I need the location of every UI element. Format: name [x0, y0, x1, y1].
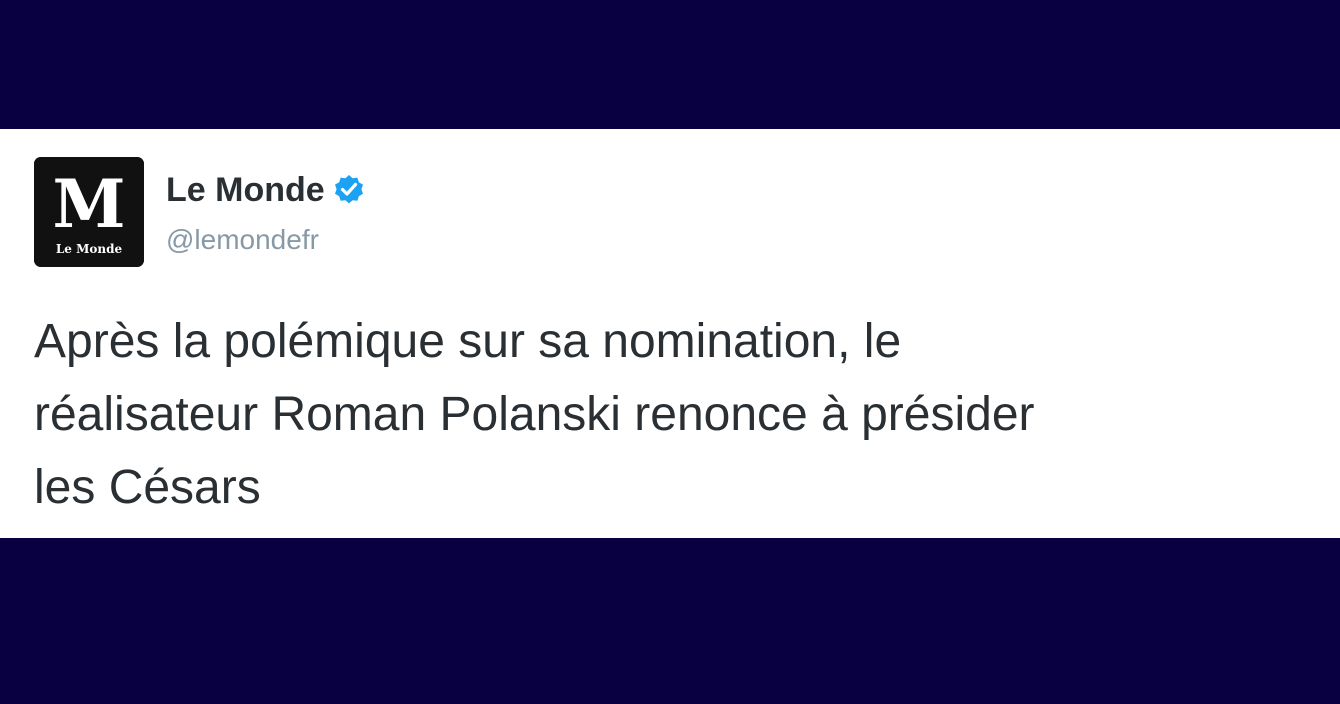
tweet-text-line: les Césars — [34, 461, 261, 514]
author-name[interactable]: Le Monde — [166, 169, 325, 211]
author-name-row: Le Monde — [166, 169, 367, 211]
tweet-card: M Le Monde Le Monde @lemondefr Après la … — [0, 129, 1340, 538]
logo-mark: M — [52, 165, 125, 243]
tweet-text-line: Après la polémique sur sa nomination, le — [34, 315, 902, 368]
verified-badge-icon — [331, 172, 367, 208]
le-monde-logo-icon: M Le Monde — [34, 157, 144, 267]
author-avatar[interactable]: M Le Monde — [34, 157, 144, 267]
logo-caption: Le Monde — [56, 242, 123, 256]
tweet-text: Après la polémique sur sa nomination, le… — [34, 305, 1324, 524]
author-handle[interactable]: @lemondefr — [166, 222, 319, 258]
tweet-text-line: réalisateur Roman Polanski renonce à pré… — [34, 388, 1035, 441]
